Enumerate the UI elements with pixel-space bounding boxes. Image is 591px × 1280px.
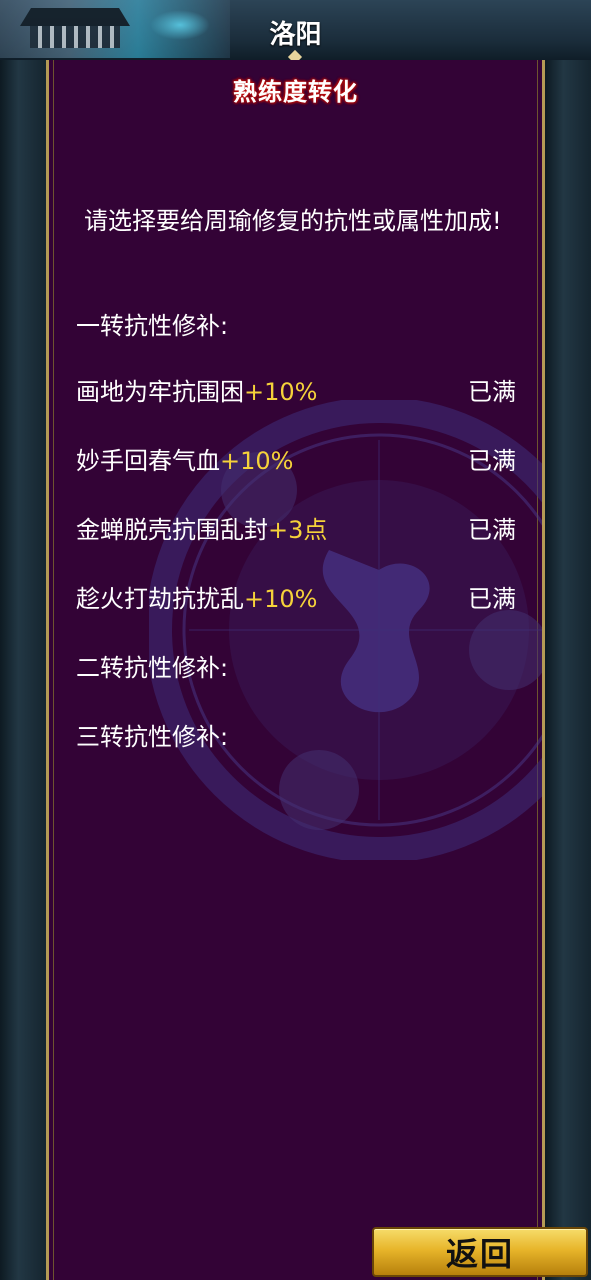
resist-item-row[interactable]: 趁火打劫抗扰乱+10% 已满 xyxy=(76,581,516,617)
item-status: 已满 xyxy=(468,516,516,544)
item-bonus: +10% xyxy=(244,378,318,406)
section-label-first: 一转抗性修补: xyxy=(76,312,229,340)
section-label-third: 三转抗性修补: xyxy=(76,723,229,751)
item-name: 画地为牢抗围困 xyxy=(76,378,244,406)
intro-text: 请选择要给周瑜修复的抗性或属性加成! xyxy=(84,207,502,235)
resist-item-row[interactable]: 妙手回春气血+10% 已满 xyxy=(76,443,516,479)
left-pillar xyxy=(0,60,46,1280)
item-name: 金蝉脱壳抗围乱封 xyxy=(76,516,268,544)
conversion-panel: 熟练度转化 请选择要给周瑜修复的抗性或属性加成! 一转抗性修补: 画地为牢抗围困… xyxy=(46,60,545,1280)
item-bonus: +3点 xyxy=(268,516,328,544)
item-status: 已满 xyxy=(468,378,516,406)
panel-title: 熟练度转化 xyxy=(233,78,358,106)
item-name: 趁火打劫抗扰乱 xyxy=(76,585,244,613)
item-bonus: +10% xyxy=(244,585,318,613)
resist-item-row[interactable]: 金蝉脱壳抗围乱封+3点 已满 xyxy=(76,512,516,548)
item-status: 已满 xyxy=(468,447,516,475)
right-pillar xyxy=(545,60,591,1280)
item-status: 已满 xyxy=(468,585,516,613)
back-button[interactable]: 返回 xyxy=(372,1227,588,1277)
resist-item-row[interactable]: 画地为牢抗围困+10% 已满 xyxy=(76,374,516,410)
city-name: 洛阳 xyxy=(269,20,322,50)
item-bonus: +10% xyxy=(220,447,294,475)
section-label-second: 二转抗性修补: xyxy=(76,654,229,682)
item-name: 妙手回春气血 xyxy=(76,447,220,475)
